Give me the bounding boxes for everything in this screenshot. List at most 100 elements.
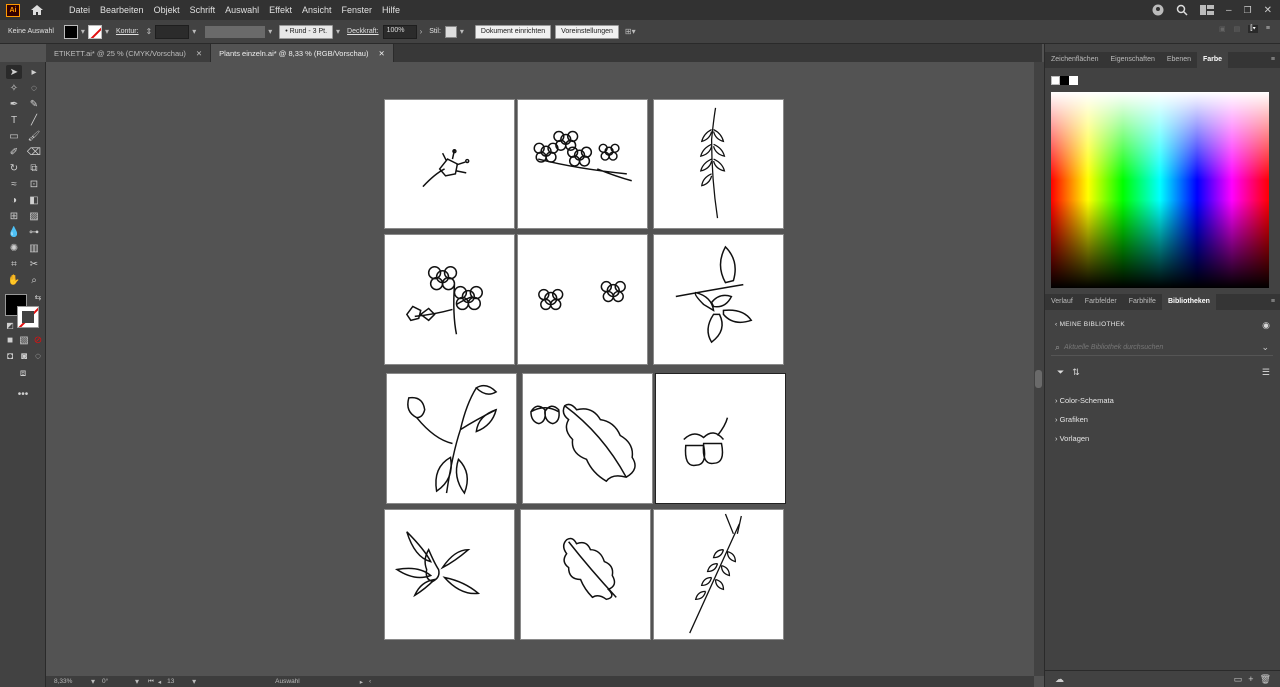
chevron-down-icon[interactable]: ▾ xyxy=(336,27,340,36)
warp-tool-icon[interactable]: ≈ xyxy=(6,177,22,191)
opacity-field[interactable]: 100% xyxy=(382,24,417,39)
preferences-button[interactable]: Voreinstellungen xyxy=(555,24,619,39)
menu-objekt[interactable]: Objekt xyxy=(149,5,185,15)
chevron-down-icon[interactable]: ▾ xyxy=(268,27,272,36)
sort-icon[interactable]: ⇅ xyxy=(1072,367,1080,378)
stroke-swatch[interactable] xyxy=(87,24,102,39)
draw-inside-icon[interactable]: ◌ xyxy=(30,349,46,363)
artboard-11[interactable] xyxy=(520,509,651,640)
artboard-3[interactable] xyxy=(653,99,784,229)
tab-farbhilfe[interactable]: Farbhilfe xyxy=(1123,294,1162,310)
eyedropper-icon[interactable]: 💧 xyxy=(6,225,22,239)
menu-auswahl[interactable]: Auswahl xyxy=(220,5,264,15)
close-icon[interactable]: ✕ xyxy=(196,49,202,58)
first-artboard-icon[interactable]: ⏮ xyxy=(148,678,154,686)
variable-width-profile[interactable] xyxy=(205,25,266,38)
chevron-left-icon[interactable]: ‹ xyxy=(369,678,371,685)
home-icon[interactable] xyxy=(30,4,44,16)
shape-builder-icon[interactable]: ◑ xyxy=(6,193,22,207)
pen-tool-icon[interactable]: ✒ xyxy=(6,97,22,111)
scroll-thumb[interactable] xyxy=(1035,370,1042,388)
document-setup-button[interactable]: Dokument einrichten xyxy=(474,24,552,39)
swap-colors-icon[interactable]: ⇆ xyxy=(30,290,46,304)
color-spectrum[interactable] xyxy=(1051,92,1269,288)
none-swatch[interactable] xyxy=(1051,76,1060,85)
artboard-1[interactable] xyxy=(384,99,515,229)
blend-tool-icon[interactable]: ⊶ xyxy=(26,225,42,239)
brush-definition[interactable]: • Rund - 3 Pt. xyxy=(279,24,334,39)
artboard-9[interactable] xyxy=(655,373,786,504)
tab-bibliotheken[interactable]: Bibliotheken xyxy=(1161,294,1216,310)
default-colors-icon[interactable]: ◩ xyxy=(2,318,18,332)
paintbrush-icon[interactable]: 🖌 xyxy=(26,129,42,143)
type-tool-icon[interactable]: T xyxy=(6,113,22,127)
tab-verlauf[interactable]: Verlauf xyxy=(1045,294,1079,310)
chevron-right-icon[interactable]: ▸ xyxy=(360,678,363,686)
artboard-8[interactable] xyxy=(522,373,653,504)
rotate-tool-icon[interactable]: ↻ xyxy=(6,161,22,175)
lasso-icon[interactable]: ◌ xyxy=(26,81,42,95)
artboard-2[interactable] xyxy=(517,99,648,229)
curvature-tool-icon[interactable]: ✎ xyxy=(26,97,42,111)
previous-artboard-icon[interactable]: ◂ xyxy=(158,678,161,686)
live-paint-icon[interactable]: ◧ xyxy=(26,193,42,207)
library-header[interactable]: ‹ MEINE BIBLIOTHEK xyxy=(1055,321,1125,328)
artboard-12[interactable] xyxy=(653,509,784,640)
artboard-4[interactable] xyxy=(384,234,515,365)
chevron-right-icon[interactable]: › xyxy=(420,27,423,36)
chevron-down-icon[interactable]: ▾ xyxy=(91,677,95,686)
minimize-icon[interactable]: – xyxy=(1226,5,1232,16)
artboard-tool-icon[interactable]: ⌗ xyxy=(6,257,22,271)
menu-icon[interactable]: ≡ xyxy=(1266,25,1270,33)
section-vorlagen[interactable]: › Vorlagen xyxy=(1055,434,1089,443)
rotation-value[interactable]: 0° xyxy=(102,678,132,685)
folder-icon[interactable]: ▭ xyxy=(1234,674,1243,685)
canvas[interactable] xyxy=(46,62,1034,676)
tab-zeichenflaechen[interactable]: Zeichenflächen xyxy=(1045,52,1104,68)
black-swatch[interactable] xyxy=(1060,76,1069,85)
tab-ebenen[interactable]: Ebenen xyxy=(1161,52,1197,68)
add-icon[interactable]: + xyxy=(1248,674,1253,684)
magic-wand-icon[interactable]: ✧ xyxy=(6,81,22,95)
eraser-icon[interactable]: ⌫ xyxy=(26,145,42,159)
chevron-down-icon[interactable]: ▾ xyxy=(192,27,196,36)
fill-swatch[interactable] xyxy=(63,24,78,39)
trash-icon[interactable]: 🗑 xyxy=(1260,674,1271,685)
menu-effekt[interactable]: Effekt xyxy=(264,5,297,15)
arrange-icon[interactable]: ⊞▾ xyxy=(625,27,636,36)
stroke-color-swatch[interactable] xyxy=(17,306,39,328)
artboard-10[interactable] xyxy=(384,509,515,640)
section-color-schemata[interactable]: › Color-Schemata xyxy=(1055,396,1114,405)
vertical-scrollbar[interactable] xyxy=(1034,62,1044,676)
chevron-down-icon[interactable]: ▾ xyxy=(192,677,196,686)
mesh-tool-icon[interactable]: ⊞ xyxy=(6,209,22,223)
menu-schrift[interactable]: Schrift xyxy=(185,5,221,15)
artboard-5[interactable] xyxy=(517,234,648,365)
search-icon[interactable] xyxy=(1176,4,1188,16)
chevron-down-icon[interactable]: ⌄ xyxy=(1261,342,1269,353)
stroke-stepper[interactable]: ⇕ xyxy=(146,27,153,36)
gradient-tool-icon[interactable]: ▨ xyxy=(26,209,42,223)
more-tools-icon[interactable]: ••• xyxy=(15,387,31,401)
tab-farbfelder[interactable]: Farbfelder xyxy=(1079,294,1123,310)
style-swatch[interactable] xyxy=(444,25,457,38)
zoom-level[interactable]: 8,33% xyxy=(54,678,88,685)
list-view-icon[interactable]: ☰ xyxy=(1262,367,1270,378)
line-tool-icon[interactable]: ╱ xyxy=(26,113,42,127)
user-icon[interactable]: ◉ xyxy=(1262,320,1270,331)
cloud-icon[interactable]: ☁ xyxy=(1055,674,1064,685)
close-icon[interactable]: ✕ xyxy=(378,49,384,58)
tab-eigenschaften[interactable]: Eigenschaften xyxy=(1104,52,1160,68)
chevron-down-icon[interactable]: ▾ xyxy=(81,27,85,36)
user-icon[interactable] xyxy=(1152,4,1164,16)
direct-selection-tool-icon[interactable]: ▸ xyxy=(26,65,42,79)
align-icon[interactable]: ▣ xyxy=(1219,25,1226,33)
panel-menu-icon[interactable]: ≡ xyxy=(1265,294,1280,310)
distribute-icon[interactable]: ▤ xyxy=(1234,25,1241,33)
shaper-tool-icon[interactable]: ✐ xyxy=(6,145,22,159)
chevron-down-icon[interactable]: ▾ xyxy=(460,27,464,36)
chevron-down-icon[interactable]: ▾ xyxy=(135,677,139,686)
library-search[interactable]: ⌕ Aktuelle Bibliothek durchsuchen ⌄ xyxy=(1051,340,1273,356)
zoom-tool-icon[interactable]: ⌕ xyxy=(26,273,42,287)
tab-plants[interactable]: Plants einzeln.ai* @ 8,33 % (RGB/Vorscha… xyxy=(211,44,394,62)
